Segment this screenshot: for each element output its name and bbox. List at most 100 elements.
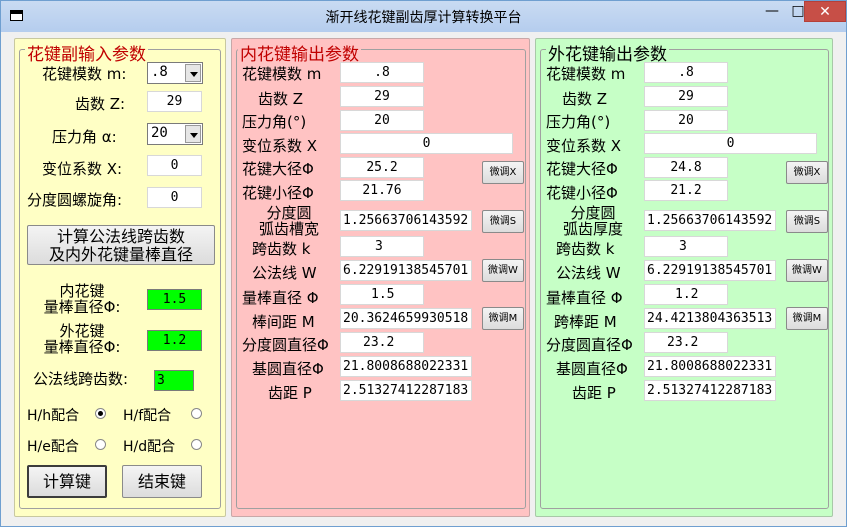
inner-pitch-value: 2.51327412287183 — [340, 380, 472, 401]
outer-pin-label-line1: 外花键 — [59, 322, 105, 340]
exit-button[interactable]: 结束键 — [122, 465, 202, 498]
outer-wk-value: 6.22919138545701 — [644, 260, 776, 281]
outer-pitch-label: 齿距 P — [572, 384, 616, 402]
calc-span-button-line2: 及内外花键量棒直径 — [48, 245, 193, 264]
inner-span-value: 3 — [340, 236, 424, 257]
inner-pin-dist-value: 20.3624659930518 — [340, 308, 472, 329]
inner-module-label: 花键模数 m — [242, 65, 322, 83]
inner-adjust-s-button[interactable]: 微调S — [482, 210, 524, 233]
close-button[interactable]: ✕ — [804, 1, 846, 22]
outer-pin-dia-label: 量棒直径 Φ — [546, 289, 623, 307]
inner-major-dia-value: 25.2 — [340, 157, 424, 178]
inner-spline-panel: 内花键输出参数 花键模数 m .8 齿数 Z 29 压力角(°) 20 变位系数… — [231, 38, 530, 517]
inner-adjust-x-button[interactable]: 微调X — [482, 161, 524, 184]
outer-shift-label: 变位系数 X — [546, 137, 622, 155]
title-bar[interactable]: 渐开线花键副齿厚计算转换平台 — □ ✕ — [1, 1, 846, 32]
fit-he-label: H/e配合 — [27, 439, 79, 455]
inner-span-label: 跨齿数 k — [252, 240, 311, 258]
module-select-value: .8 — [151, 64, 168, 80]
minimize-button[interactable]: — — [759, 1, 785, 22]
inner-major-dia-label: 花键大径Φ — [242, 160, 314, 178]
inner-teeth-value: 29 — [340, 86, 424, 107]
pressure-angle-label: 压力角 α: — [52, 128, 117, 146]
span-teeth-output: 3 — [154, 370, 194, 391]
pressure-angle-select-value: 20 — [151, 125, 168, 141]
outer-teeth-label: 齿数 Z — [562, 90, 608, 108]
outer-pitch-dia-value: 23.2 — [644, 332, 728, 353]
outer-pin-diameter-output: 1.2 — [147, 330, 202, 351]
inner-shift-label: 变位系数 X — [242, 137, 318, 155]
fit-hf-radio[interactable] — [191, 408, 202, 419]
outer-pressure-angle-value: 20 — [644, 110, 728, 131]
outer-arc-label-line2: 弧齿厚度 — [562, 220, 623, 238]
chevron-down-icon[interactable] — [185, 64, 201, 82]
outer-pin-label-line2: 量棒直径Φ: — [43, 338, 121, 356]
pressure-angle-select[interactable]: 20 — [147, 123, 203, 145]
outer-minor-dia-value: 21.2 — [644, 180, 728, 201]
inner-teeth-label: 齿数 Z — [258, 90, 304, 108]
outer-pitch-value: 2.51327412287183 — [644, 380, 776, 401]
shift-coefficient-label: 变位系数 X: — [42, 160, 123, 178]
outer-adjust-x-button[interactable]: 微调X — [786, 161, 828, 184]
outer-adjust-s-button[interactable]: 微调S — [786, 210, 828, 233]
outer-module-label: 花键模数 m — [546, 65, 626, 83]
outer-major-dia-label: 花键大径Φ — [546, 160, 618, 178]
outer-arc-label-line1: 分度圆 — [570, 204, 616, 222]
inner-pin-diameter-output: 1.5 — [147, 289, 202, 310]
calculate-button[interactable]: 计算键 — [27, 465, 107, 498]
outer-pressure-angle-label: 压力角(°) — [546, 113, 611, 131]
outer-pin-dist-value: 24.4213804363513 — [644, 308, 776, 329]
inner-pitch-dia-value: 23.2 — [340, 332, 424, 353]
outer-shift-value: 0 — [644, 133, 817, 154]
helix-angle-input[interactable]: 0 — [147, 187, 202, 208]
module-label: 花键模数 m: — [42, 65, 127, 83]
calc-span-and-pin-button[interactable]: 计算公法线跨齿数 及内外花键量棒直径 — [27, 225, 215, 265]
outer-pin-dist-label: 跨棒距 M — [554, 313, 617, 331]
inner-pin-dia-value: 1.5 — [340, 284, 424, 305]
fit-hf-label: H/f配合 — [123, 408, 172, 424]
inner-shift-value: 0 — [340, 133, 513, 154]
inner-pitch-label: 齿距 P — [268, 384, 312, 402]
outer-arc-label: 分度圆 弧齿厚度 — [548, 205, 638, 237]
inner-wk-value: 6.22919138545701 — [340, 260, 472, 281]
inner-arc-value: 1.25663706143592 — [340, 210, 472, 231]
inner-arc-label-line1: 分度圆 — [266, 204, 312, 222]
app-window: 渐开线花键副齿厚计算转换平台 — □ ✕ 花键副输入参数 花键模数 m: .8 … — [0, 0, 847, 527]
fit-hh-label: H/h配合 — [27, 408, 80, 424]
shift-coefficient-input[interactable]: 0 — [147, 155, 202, 176]
outer-arc-value: 1.25663706143592 — [644, 210, 776, 231]
outer-teeth-value: 29 — [644, 86, 728, 107]
inner-module-value: .8 — [340, 62, 424, 83]
fit-he-radio[interactable] — [95, 439, 106, 450]
outer-adjust-w-button[interactable]: 微调W — [786, 259, 828, 282]
inner-adjust-m-button[interactable]: 微调M — [482, 307, 524, 330]
inner-base-dia-value: 21.8008688022331 — [340, 356, 472, 377]
inner-pin-label: 内花键 量棒直径Φ: — [27, 283, 137, 315]
teeth-label: 齿数 Z: — [75, 95, 126, 113]
inner-pressure-angle-label: 压力角(°) — [242, 113, 307, 131]
helix-angle-label: 分度圆螺旋角: — [27, 191, 123, 209]
outer-pin-dia-value: 1.2 — [644, 284, 728, 305]
fit-hd-radio[interactable] — [191, 439, 202, 450]
outer-span-value: 3 — [644, 236, 728, 257]
inner-base-dia-label: 基圆直径Φ — [252, 360, 324, 378]
window-title: 渐开线花键副齿厚计算转换平台 — [325, 10, 522, 26]
outer-major-dia-value: 24.8 — [644, 157, 728, 178]
fit-hh-radio[interactable] — [95, 408, 106, 419]
inner-adjust-w-button[interactable]: 微调W — [482, 259, 524, 282]
inner-pitch-dia-label: 分度圆直径Φ — [242, 336, 329, 354]
outer-adjust-m-button[interactable]: 微调M — [786, 307, 828, 330]
outer-pin-label: 外花键 量棒直径Φ: — [27, 323, 137, 355]
inner-pin-label-line2: 量棒直径Φ: — [43, 298, 121, 316]
inner-pin-label-line1: 内花键 — [59, 282, 105, 300]
inner-pressure-angle-value: 20 — [340, 110, 424, 131]
chevron-down-icon[interactable] — [185, 125, 201, 143]
outer-spline-panel: 外花键输出参数 花键模数 m .8 齿数 Z 29 压力角(°) 20 变位系数… — [535, 38, 833, 517]
teeth-input[interactable]: 29 — [147, 91, 202, 112]
inner-minor-dia-label: 花键小径Φ — [242, 184, 314, 202]
inner-pin-dist-label: 棒间距 M — [252, 313, 315, 331]
input-panel: 花键副输入参数 花键模数 m: .8 齿数 Z: 29 压力角 α: 20 变位… — [14, 38, 226, 517]
outer-base-dia-label: 基圆直径Φ — [556, 360, 628, 378]
module-select[interactable]: .8 — [147, 62, 203, 84]
outer-pitch-dia-label: 分度圆直径Φ — [546, 336, 633, 354]
